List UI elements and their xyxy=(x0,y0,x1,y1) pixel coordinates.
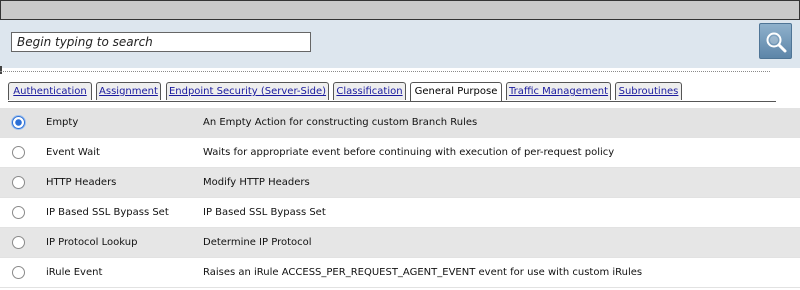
action-name: Empty xyxy=(46,117,79,128)
action-description: IP Based SSL Bypass Set xyxy=(203,207,326,218)
tab-classification[interactable]: Classification xyxy=(333,82,406,100)
search-button[interactable] xyxy=(759,23,792,59)
panel-edge xyxy=(0,66,2,74)
action-name: IP Based SSL Bypass Set xyxy=(46,207,169,218)
action-description: Raises an iRule ACCESS_PER_REQUEST_AGENT… xyxy=(203,267,643,278)
tab-subroutines[interactable]: Subroutines xyxy=(615,82,682,100)
action-description: Waits for appropriate event before conti… xyxy=(203,147,615,158)
action-description: An Empty Action for constructing custom … xyxy=(203,117,478,128)
radio-button[interactable] xyxy=(12,116,25,129)
tab-assignment[interactable]: Assignment xyxy=(96,82,161,100)
radio-button[interactable] xyxy=(12,266,25,279)
list-item[interactable]: Empty An Empty Action for constructing c… xyxy=(0,108,800,138)
tab-general-purpose[interactable]: General Purpose xyxy=(410,82,502,102)
action-name: iRule Event xyxy=(46,267,103,278)
tab-traffic-management[interactable]: Traffic Management xyxy=(506,82,611,100)
action-list: Empty An Empty Action for constructing c… xyxy=(0,108,800,288)
list-item[interactable]: Event Wait Waits for appropriate event b… xyxy=(0,138,800,168)
search-input[interactable] xyxy=(11,32,311,52)
action-description: Determine IP Protocol xyxy=(203,237,312,248)
radio-button[interactable] xyxy=(12,176,25,189)
list-item[interactable]: IP Based SSL Bypass Set IP Based SSL Byp… xyxy=(0,198,800,228)
separator xyxy=(0,71,770,72)
radio-button[interactable] xyxy=(12,146,25,159)
list-item[interactable]: IP Protocol Lookup Determine IP Protocol xyxy=(0,228,800,258)
magnifier-icon xyxy=(766,32,787,53)
list-item[interactable]: iRule Event Raises an iRule ACCESS_PER_R… xyxy=(0,258,800,288)
window-top-bar xyxy=(0,0,800,20)
action-description: Modify HTTP Headers xyxy=(203,177,310,188)
list-item[interactable]: HTTP Headers Modify HTTP Headers xyxy=(0,168,800,198)
tab-authentication[interactable]: Authentication xyxy=(8,82,92,100)
radio-button[interactable] xyxy=(12,236,25,249)
tab-endpoint-security[interactable]: Endpoint Security (Server-Side) xyxy=(166,82,329,100)
radio-button[interactable] xyxy=(12,206,25,219)
action-name: HTTP Headers xyxy=(46,177,117,188)
tabs-baseline xyxy=(8,101,776,102)
action-name: Event Wait xyxy=(46,147,100,158)
action-name: IP Protocol Lookup xyxy=(46,237,138,248)
